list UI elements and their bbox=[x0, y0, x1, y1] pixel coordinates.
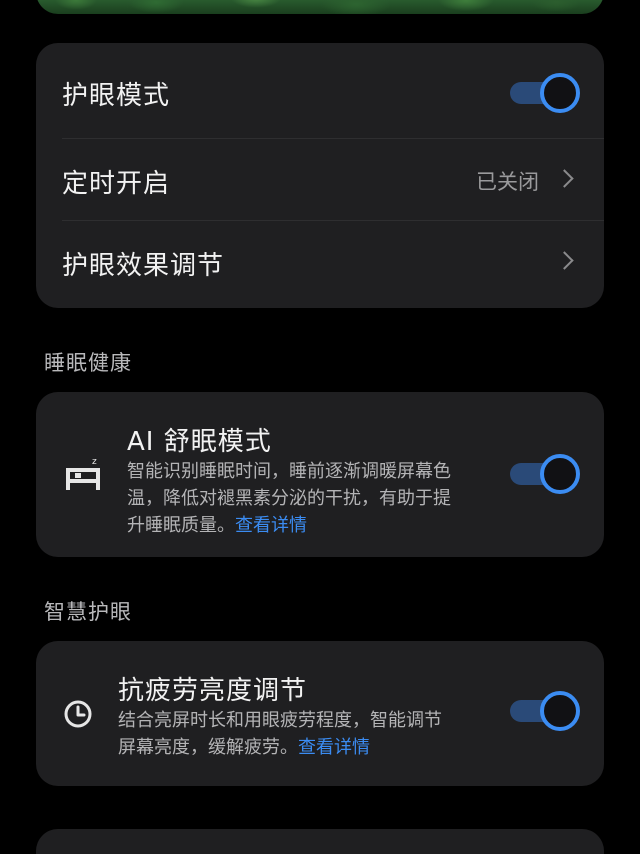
forest-preview-image bbox=[36, 0, 604, 14]
desc-line: 升睡眠质量。查看详情 bbox=[127, 512, 497, 539]
view-details-link[interactable]: 查看详情 bbox=[235, 515, 307, 536]
schedule-value: 已关闭 bbox=[476, 170, 539, 194]
toggle-knob bbox=[540, 454, 580, 494]
desc-line: 结合亮屏时长和用眼疲劳程度，智能调节 bbox=[118, 710, 442, 731]
desc-line: 温，降低对褪黑素分泌的干扰，有助于提 bbox=[127, 488, 451, 509]
ai-sleep-description: 智能识别睡眠时间，睡前逐渐调暖屏幕色 温，降低对褪黑素分泌的干扰，有助于提 升睡… bbox=[127, 458, 497, 539]
eye-care-mode-row[interactable]: 护眼模式 bbox=[36, 43, 604, 138]
ai-sleep-title: AI 舒眠模式 bbox=[127, 427, 272, 457]
section-header-smart: 智慧护眼 bbox=[44, 600, 132, 624]
eye-care-settings-screen: 护眼模式 定时开启 已关闭 护眼效果调节 睡眠健康 z AI 舒眠模式 智能识别… bbox=[0, 0, 640, 854]
toggle-knob bbox=[540, 73, 580, 113]
section-header-sleep: 睡眠健康 bbox=[44, 351, 132, 375]
schedule-label: 定时开启 bbox=[62, 169, 171, 199]
anti-fatigue-description: 结合亮屏时长和用眼疲劳程度，智能调节 屏幕亮度，缓解疲劳。查看详情 bbox=[118, 707, 498, 761]
anti-fatigue-toggle[interactable] bbox=[510, 691, 580, 731]
svg-text:z: z bbox=[92, 457, 97, 467]
eye-effect-adjust-label: 护眼效果调节 bbox=[62, 251, 225, 281]
bed-icon: z bbox=[66, 457, 100, 490]
anti-fatigue-title: 抗疲劳亮度调节 bbox=[118, 676, 308, 706]
desc-line-text: 升睡眠质量。 bbox=[127, 515, 235, 536]
anti-fatigue-card: 抗疲劳亮度调节 结合亮屏时长和用眼疲劳程度，智能调节 屏幕亮度，缓解疲劳。查看详… bbox=[36, 641, 604, 786]
ai-sleep-card: z AI 舒眠模式 智能识别睡眠时间，睡前逐渐调暖屏幕色 温，降低对褪黑素分泌的… bbox=[36, 392, 604, 557]
schedule-row[interactable]: 定时开启 已关闭 bbox=[36, 139, 604, 219]
chevron-right-icon bbox=[555, 169, 574, 188]
desc-line-text: 屏幕亮度，缓解疲劳。 bbox=[118, 737, 298, 758]
toggle-knob bbox=[540, 691, 580, 731]
clock-icon bbox=[64, 700, 92, 728]
ai-sleep-toggle[interactable] bbox=[510, 454, 580, 494]
chevron-right-icon bbox=[555, 251, 574, 270]
next-card-partial bbox=[36, 829, 604, 854]
desc-line: 智能识别睡眠时间，睡前逐渐调暖屏幕色 bbox=[127, 461, 451, 482]
eye-effect-adjust-row[interactable]: 护眼效果调节 bbox=[36, 221, 604, 308]
view-details-link[interactable]: 查看详情 bbox=[298, 737, 370, 758]
eye-care-mode-toggle[interactable] bbox=[510, 73, 580, 113]
eye-care-mode-label: 护眼模式 bbox=[62, 81, 171, 111]
desc-line: 屏幕亮度，缓解疲劳。查看详情 bbox=[118, 734, 498, 761]
eye-care-card: 护眼模式 定时开启 已关闭 护眼效果调节 bbox=[36, 43, 604, 308]
